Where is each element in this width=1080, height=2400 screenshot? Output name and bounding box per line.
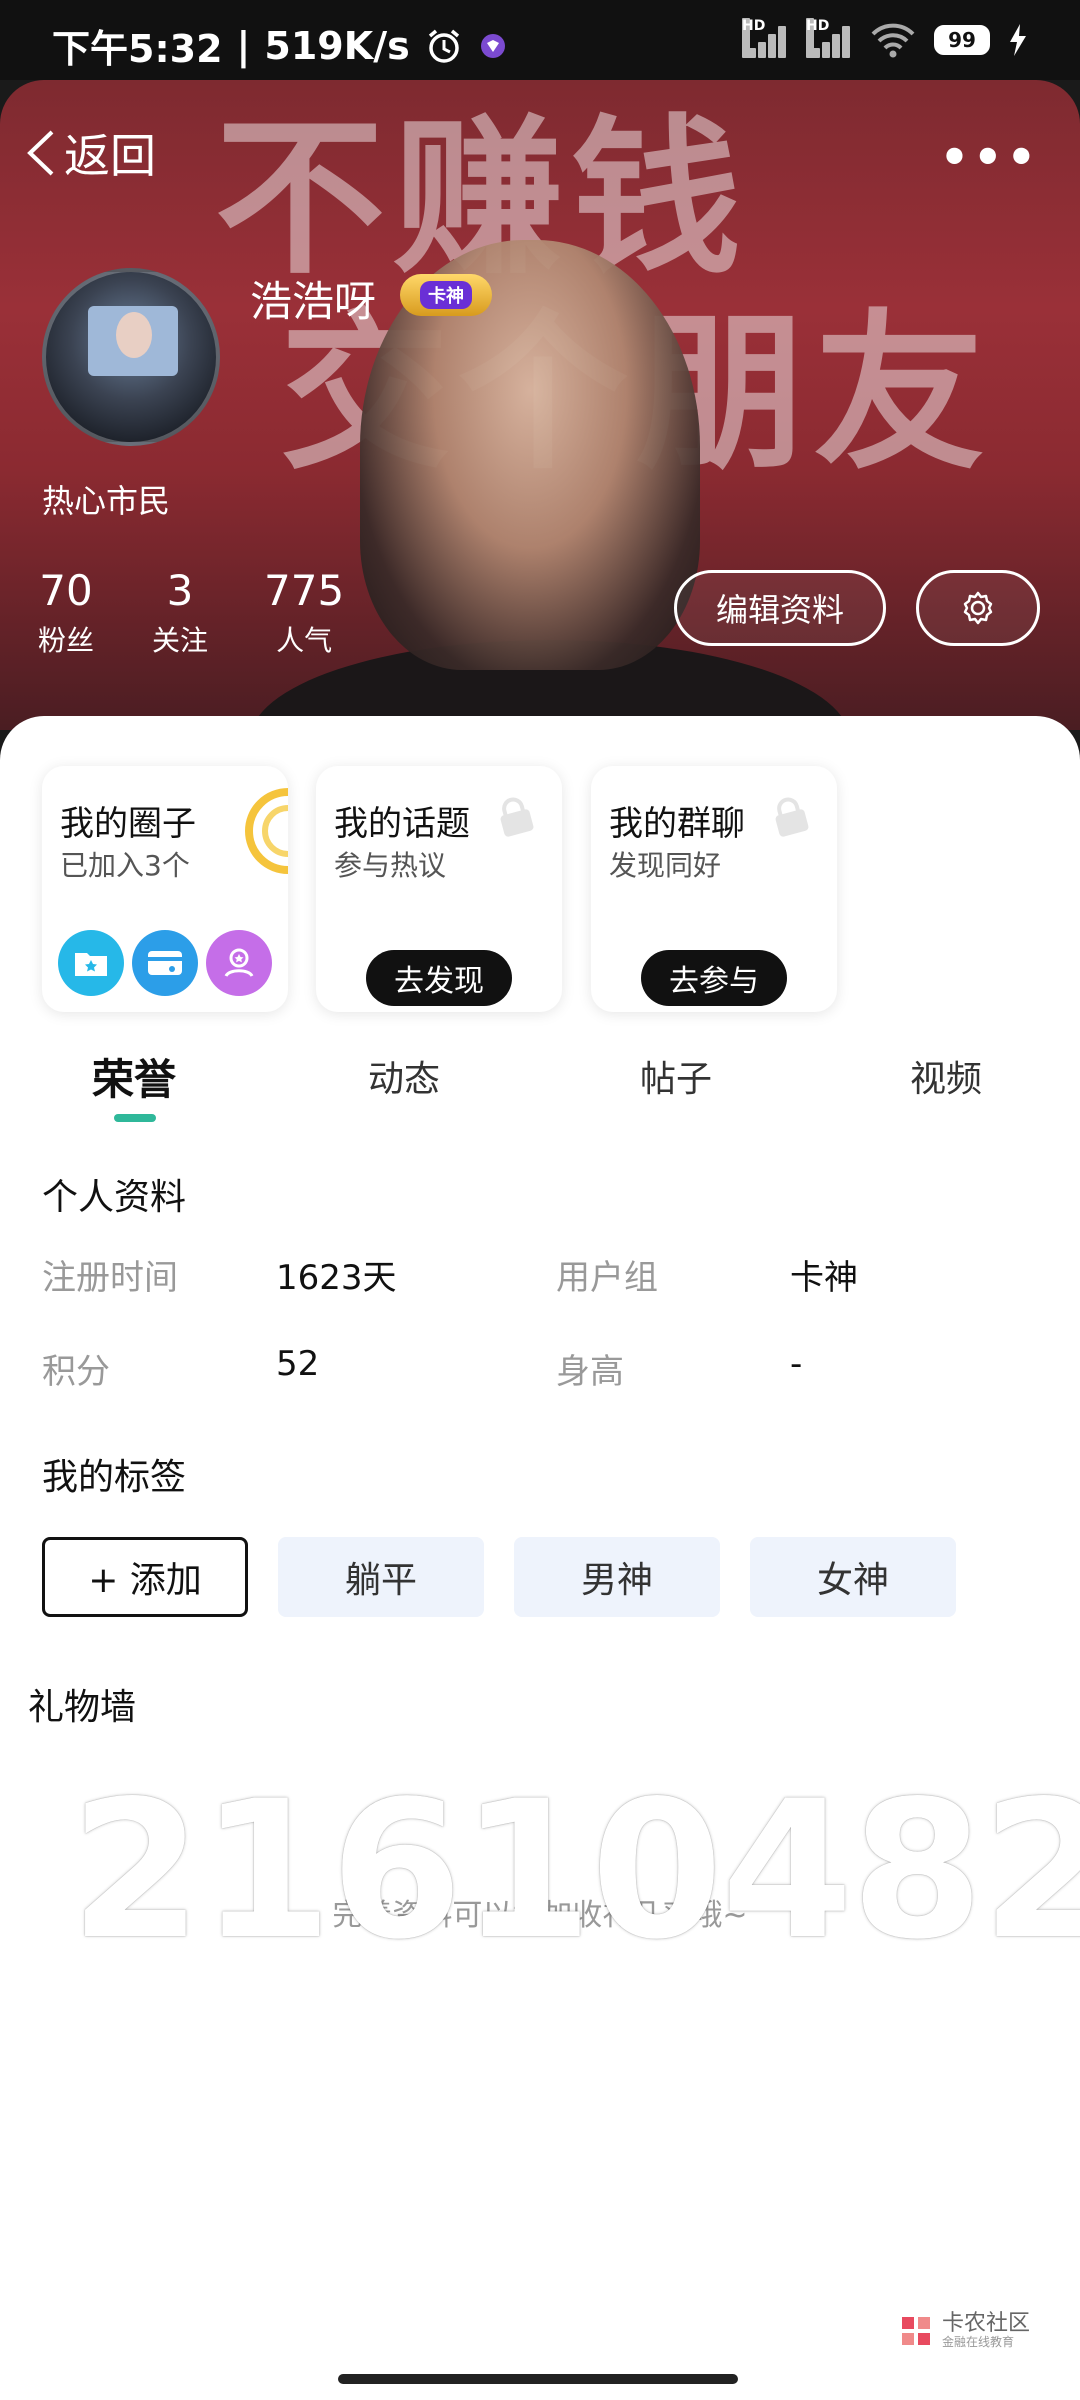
card-title: 我的话题 (334, 804, 470, 844)
info-value: 52 (276, 1344, 320, 1384)
logo-sub: 金融在线教育 (942, 2335, 1015, 2350)
username: 浩浩呀 (250, 277, 377, 326)
badge[interactable]: 卡神 (400, 274, 492, 316)
avatar[interactable] (42, 268, 220, 446)
tab-posts[interactable]: 帖子 (640, 1050, 712, 1102)
wifi-icon (871, 23, 915, 58)
logo-name: 卡农社区 (942, 2311, 1031, 2336)
charging-icon (1010, 24, 1026, 56)
stat-value: 3 (166, 566, 194, 615)
chevron-left-icon (27, 130, 54, 176)
home-indicator[interactable] (338, 2374, 738, 2384)
info-label: 注册时间 (42, 1258, 178, 1298)
stat-popularity[interactable]: 775 人气 (264, 566, 344, 659)
tab-videos[interactable]: 视频 (910, 1050, 982, 1102)
profile-section-title: 个人资料 (42, 1177, 187, 1218)
settings-button[interactable] (916, 570, 1040, 646)
discover-button[interactable]: 去发现 (366, 950, 512, 1006)
tag-chip[interactable]: 躺平 (278, 1537, 484, 1617)
avatar-face (116, 312, 152, 358)
tag-chip[interactable]: 男神 (514, 1537, 720, 1617)
stat-following[interactable]: 3 关注 (152, 566, 208, 659)
status-divider: | (236, 23, 251, 68)
status-bar: 下午5:32 | 519K/s HD HD 99 (0, 0, 1080, 80)
card-subtitle: 已加入3个 (60, 849, 190, 882)
circle-person-icon[interactable] (206, 930, 272, 996)
tag-chip[interactable]: 女神 (750, 1537, 956, 1617)
battery-icon: 99 (934, 25, 990, 55)
info-value: - (790, 1344, 803, 1384)
status-right: HD HD 99 (742, 18, 1028, 58)
card-title: 我的圈子 (60, 804, 196, 844)
tags-section-title: 我的标签 (42, 1457, 187, 1498)
info-label: 用户组 (556, 1258, 658, 1298)
back-label: 返回 (64, 129, 156, 183)
tab-activity[interactable]: 动态 (368, 1050, 440, 1102)
badge-label: 卡神 (420, 281, 472, 309)
back-button[interactable]: 返回 (24, 120, 156, 186)
gift-wall-title: 礼物墙 (28, 1687, 137, 1728)
card-subtitle: 发现同好 (609, 849, 722, 882)
stat-label: 粉丝 (38, 624, 95, 657)
info-label: 积分 (42, 1352, 110, 1392)
lock-icon (775, 797, 809, 837)
card-my-circles[interactable]: 我的圈子 已加入3个 (42, 766, 288, 1012)
app-notification-icon (480, 33, 505, 58)
more-button[interactable]: ••• (940, 130, 1040, 184)
stat-value: 775 (264, 566, 345, 615)
stat-label: 人气 (276, 624, 333, 657)
tab-honor[interactable]: 荣誉 (92, 1046, 176, 1107)
card-subtitle: 参与热议 (334, 849, 447, 882)
kanong-logo-icon (902, 2316, 930, 2345)
circle-folder-icon[interactable] (58, 930, 124, 996)
info-label: 身高 (556, 1352, 624, 1392)
user-title: 热心市民 (42, 482, 171, 520)
circle-progress-icon (245, 788, 288, 874)
stat-value: 70 (39, 566, 93, 615)
stat-fans[interactable]: 70 粉丝 (38, 566, 94, 659)
lock-icon (500, 797, 534, 837)
add-tag-button[interactable]: + 添加 (42, 1537, 248, 1617)
join-button[interactable]: 去参与 (641, 950, 787, 1006)
alarm-icon (428, 29, 459, 63)
tab-indicator (114, 1114, 156, 1122)
card-my-groups[interactable]: 我的群聊 发现同好 去参与 (591, 766, 837, 1012)
status-speed: 519K/s (264, 23, 410, 68)
info-value: 卡神 (790, 1258, 858, 1298)
signal-1-icon: HD (742, 18, 788, 58)
info-value: 1623天 (276, 1258, 397, 1298)
site-logo: 卡农社区 金融在线教育 (898, 2311, 1031, 2350)
gear-icon (963, 591, 993, 625)
edit-profile-button[interactable]: 编辑资料 (674, 570, 886, 646)
watermark-number: 21610482 (70, 1760, 1080, 1981)
status-left: 下午5:32 | 519K/s (52, 18, 508, 73)
card-title: 我的群聊 (609, 804, 745, 844)
signal-2-icon: HD (806, 18, 852, 58)
card-my-topics[interactable]: 我的话题 参与热议 去发现 (316, 766, 562, 1012)
circle-card-icon[interactable] (132, 930, 198, 996)
status-time: 下午5:32 (52, 27, 223, 71)
stat-label: 关注 (152, 624, 209, 657)
